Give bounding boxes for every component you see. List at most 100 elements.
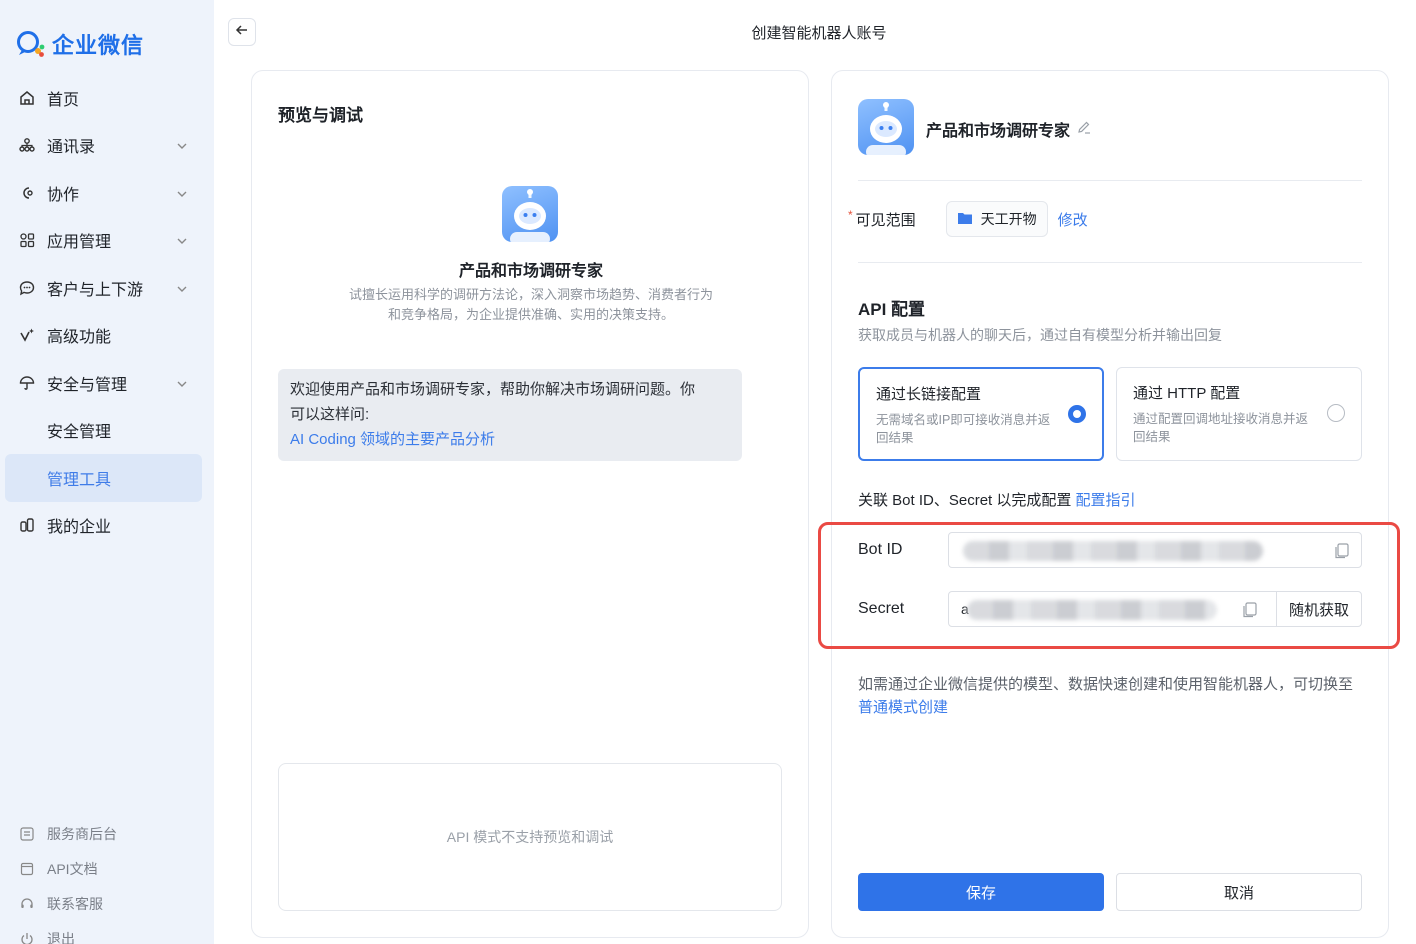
cancel-button[interactable]: 取消 [1116,873,1362,911]
footer-item-service-backend[interactable]: 服务商后台 [0,816,214,851]
building-icon [18,516,36,534]
sidebar-item-label: 通讯录 [47,139,96,157]
sidebar-item-my-enterprise[interactable]: 我的企业 [0,502,214,550]
preview-title: 预览与调试 [278,106,363,125]
sidebar-item-admin-tools[interactable]: 管理工具 [5,454,202,502]
api-config-title: API 配置 [858,300,926,319]
secret-field[interactable]: a 随机获取 [948,591,1362,627]
chevron-down-icon [176,234,188,252]
footer-item-label: API文档 [47,860,98,877]
edit-pencil-icon[interactable] [1076,119,1092,140]
footer-item-logout[interactable]: 退出 [0,921,214,944]
sidebar-item-contacts[interactable]: 通讯录 [0,122,214,170]
bot-id-field[interactable] [948,532,1362,568]
sidebar-item-security[interactable]: 安全与管理 [0,359,214,407]
sidebar-item-collaboration[interactable]: 协作 [0,169,214,217]
bot-id-row: Bot ID [858,532,1362,568]
sidebar-item-label: 我的企业 [47,519,112,537]
sidebar-item-label: 协作 [47,186,80,204]
random-generate-button[interactable]: 随机获取 [1275,592,1361,626]
option-long-connection[interactable]: 通过长链接配置 无需域名或IP即可接收消息并返回结果 [858,367,1104,461]
scope-edit-link[interactable]: 修改 [1058,209,1088,230]
divider [858,180,1362,181]
bot-description-line: 和竞争格局，为企业提供准确、实用的决策支持。 [387,307,674,322]
required-mark: * [848,208,853,222]
copy-icon[interactable] [1335,543,1349,559]
footer-item-label: 服务商后台 [47,825,117,842]
radio-unselected[interactable] [1327,404,1345,422]
visibility-scope-row: * 可见范围 天工开物 修改 [848,201,1088,237]
option-description: 通过配置回调地址接收消息并返回结果 [1133,412,1309,444]
option-title: 通过 HTTP 配置 [1133,385,1241,402]
sidebar-item-label: 高级功能 [47,329,112,347]
bot-avatar-icon [502,186,558,242]
suggested-question-link[interactable]: AI Coding 领域的主要产品分析 [290,427,730,452]
welcome-message: 欢迎使用产品和市场调研专家，帮助你解决市场调研问题。你 可以这样问: AI Co… [278,369,742,461]
document-icon [19,861,35,877]
radio-selected[interactable] [1068,405,1086,423]
sidebar-item-home[interactable]: 首页 [0,74,214,122]
divider [858,262,1362,263]
footer-item-api-docs[interactable]: API文档 [0,851,214,886]
scope-label: 可见范围 [855,211,916,229]
sidebar-item-label: 管理工具 [47,471,112,489]
umbrella-icon [18,374,36,392]
sidebar: 企业微信 首页 通讯录 协作 应用管理 客户与上下游 高级功能 安全与管理 安全… [0,0,214,944]
sidebar-item-label: 安全与管理 [47,376,128,394]
brand-logo[interactable]: 企业微信 [16,28,144,60]
link-bot-text: 关联 Bot ID、Secret 以完成配置 [858,492,1072,509]
scope-department-name: 天工开物 [980,211,1037,227]
folder-icon [957,211,973,228]
copy-icon[interactable] [1243,602,1257,618]
service-console-icon [19,826,35,842]
sidebar-item-customers[interactable]: 客户与上下游 [0,264,214,312]
chat-bubble-icon [18,279,36,297]
sidebar-item-label: 客户与上下游 [47,281,144,299]
chevron-down-icon [176,187,188,205]
normal-mode-text: 如需通过企业微信提供的模型、数据快速创建和使用智能机器人，可切换至 [858,676,1354,693]
sidebar-item-label: 安全管理 [47,424,112,442]
org-chart-icon [18,136,36,154]
headset-icon [19,896,35,912]
welcome-text-line: 可以这样问: [290,406,370,423]
link-bot-instruction: 关联 Bot ID、Secret 以完成配置 配置指引 [858,489,1136,510]
sidebar-item-advanced[interactable]: 高级功能 [0,312,214,360]
chevron-down-icon [176,139,188,157]
welcome-text-line: 欢迎使用产品和市场调研专家，帮助你解决市场调研问题。你 [290,381,696,398]
home-icon [18,89,36,107]
bot-avatar-icon[interactable] [858,99,914,155]
chevron-down-icon [176,282,188,300]
footer-item-support[interactable]: 联系客服 [0,886,214,921]
main-content: 创建智能机器人账号 预览与调试 产品和市场调研专家 试擅长运用科学的调研方法论，… [214,0,1416,944]
sidebar-item-security-management[interactable]: 安全管理 [0,407,214,455]
bot-description-line: 试擅长运用科学的调研方法论，深入洞察市场趋势、消费者行为 [348,287,713,302]
sparkle-check-icon [18,326,36,344]
save-button[interactable]: 保存 [858,873,1104,911]
option-http[interactable]: 通过 HTTP 配置 通过配置回调地址接收消息并返回结果 [1116,367,1362,461]
sidebar-footer: 服务商后台 API文档 联系客服 退出 [0,816,214,944]
bot-id-label: Bot ID [858,541,903,558]
redacted-value [967,600,1217,620]
sidebar-item-app-management[interactable]: 应用管理 [0,217,214,265]
redacted-value [963,541,1263,561]
brand-name: 企业微信 [52,33,145,58]
config-bot-name: 产品和市场调研专家 [926,117,1092,141]
option-description: 无需域名或IP即可接收消息并返回结果 [876,413,1051,445]
collaboration-icon [18,184,36,202]
normal-mode-link[interactable]: 普通模式创建 [858,699,948,716]
normal-mode-note: 如需通过企业微信提供的模型、数据快速创建和使用智能机器人，可切换至 普通模式创建 [858,673,1362,719]
config-guide-link[interactable]: 配置指引 [1076,492,1136,509]
page-title: 创建智能机器人账号 [751,25,887,42]
option-title: 通过长链接配置 [876,386,982,403]
sidebar-item-label: 首页 [47,91,80,109]
secret-row: Secret a 随机获取 [858,591,1362,627]
config-bot-name-text: 产品和市场调研专家 [926,123,1071,140]
api-unsupported-notice: API 模式不支持预览和调试 [278,763,782,911]
sidebar-item-label: 应用管理 [47,234,112,252]
apps-grid-icon [18,231,36,249]
secret-label: Secret [858,600,905,617]
bot-name: 产品和市场调研专家 [458,263,603,280]
footer-item-label: 联系客服 [47,895,103,912]
bot-description: 试擅长运用科学的调研方法论，深入洞察市场趋势、消费者行为 和竞争格局，为企业提供… [312,285,750,325]
scope-department-tag[interactable]: 天工开物 [945,201,1048,237]
